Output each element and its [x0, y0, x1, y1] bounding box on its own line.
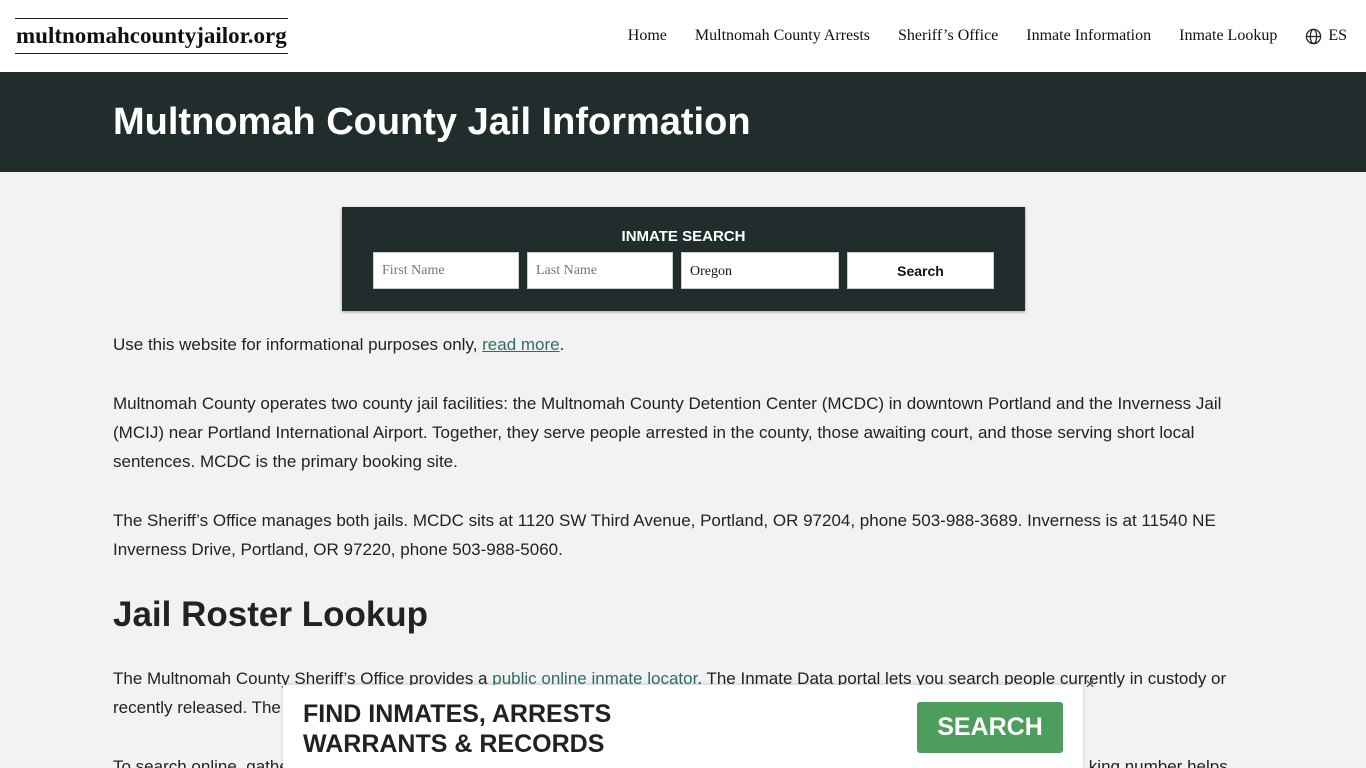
nav-inmate-lookup[interactable]: Inmate Lookup — [1179, 24, 1277, 48]
ad-headline: FIND INMATES, ARRESTS WARRANTS & RECORDS — [303, 699, 611, 759]
nav-arrests[interactable]: Multnomah County Arrests — [695, 24, 870, 48]
search-button[interactable]: Search — [847, 252, 994, 289]
close-icon[interactable]: × — [1083, 677, 1097, 693]
facilities-paragraph: Multnomah County operates two county jai… — [113, 394, 1222, 471]
site-logo[interactable]: multnomahcountyjailor.org — [15, 18, 288, 54]
nav-home[interactable]: Home — [628, 24, 667, 48]
site-header: multnomahcountyjailor.org Home Multnomah… — [0, 0, 1366, 72]
globe-icon — [1306, 28, 1322, 44]
disclaimer-end: . — [559, 335, 565, 354]
bottom-ad-banner: × FIND INMATES, ARRESTS WARRANTS & RECOR… — [283, 677, 1095, 768]
state-select[interactable]: Oregon — [681, 252, 839, 289]
language-label: ES — [1328, 27, 1347, 44]
read-more-link[interactable]: read more — [482, 335, 559, 354]
last-name-input[interactable] — [527, 252, 673, 289]
inmate-search-form: INMATE SEARCH Oregon Search — [342, 207, 1025, 311]
ad-line-2: WARRANTS & RECORDS — [303, 730, 605, 758]
search-title: INMATE SEARCH — [621, 228, 746, 245]
ad-line-1: FIND INMATES, ARRESTS — [303, 700, 612, 728]
disclaimer-paragraph: Use this website for informational purpo… — [113, 330, 564, 359]
search-online-start: To search online, gathe — [113, 757, 289, 768]
sheriff-paragraph: The Sheriff’s Office manages both jails.… — [113, 511, 1216, 559]
page-title: Multnomah County Jail Information — [113, 101, 751, 143]
language-switcher[interactable]: ES — [1305, 27, 1347, 45]
disclaimer-text: Use this website for informational purpo… — [113, 335, 483, 354]
search-online-end: king number helps — [1088, 757, 1228, 768]
ad-search-button[interactable]: SEARCH — [917, 702, 1063, 753]
first-name-input[interactable] — [373, 252, 519, 289]
nav-inmate-information[interactable]: Inmate Information — [1026, 24, 1151, 48]
hero-banner: Multnomah County Jail Information — [0, 72, 1366, 172]
nav-sheriffs-office[interactable]: Sheriff’s Office — [898, 24, 998, 48]
main-nav: Home Multnomah County Arrests Sheriff’s … — [600, 24, 1347, 48]
roster-heading: Jail Roster Lookup — [113, 595, 429, 634]
